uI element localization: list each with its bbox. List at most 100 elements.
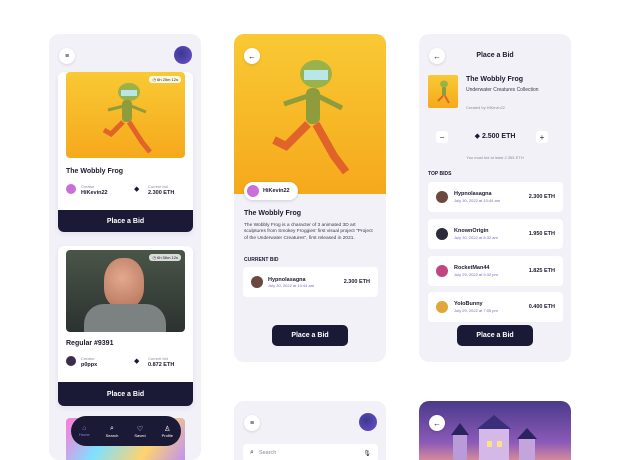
bid-amount: 1.825 ETH bbox=[528, 268, 555, 274]
bid-date: July 30, 2022 at 10:44 am bbox=[454, 198, 501, 203]
nft-thumbnail bbox=[428, 75, 458, 108]
nft-title: The Wobbly Frog bbox=[244, 210, 302, 217]
back-button[interactable]: ← bbox=[244, 48, 260, 64]
bidder-name: Hypnolasagna bbox=[454, 191, 492, 197]
current-bid-value: 2.300 ETH bbox=[148, 190, 175, 196]
nft-title: Regular #9391 bbox=[66, 340, 114, 347]
tab-saved[interactable]: ♡ Saved bbox=[134, 425, 145, 438]
place-bid-button[interactable]: Place a Bid bbox=[272, 325, 348, 346]
tab-profile[interactable]: ♙ Profile bbox=[162, 425, 173, 438]
decrease-bid-button[interactable]: − bbox=[436, 131, 448, 143]
bidder-info: KnownOrigin July 30, 2022 at 8:32 am bbox=[454, 228, 529, 240]
increase-bid-button[interactable]: + bbox=[536, 131, 548, 143]
bid-amount-input[interactable]: ◆ 2.500 ETH bbox=[459, 132, 531, 140]
current-bid-row[interactable]: Hypnolasagna July 30, 2022 at 10:44 am 2… bbox=[243, 267, 378, 297]
avatar[interactable] bbox=[359, 413, 377, 431]
eth-icon: ◆ bbox=[474, 133, 480, 140]
menu-button[interactable]: ≡ bbox=[244, 415, 260, 431]
creator-name: HiKevin22 bbox=[263, 188, 290, 194]
nft-collection: Underwater Creatures Collection bbox=[466, 87, 539, 93]
creator-label: Creator bbox=[81, 356, 95, 361]
current-bid-label: Current bid bbox=[148, 356, 168, 361]
page-title: Place a Bid bbox=[476, 52, 514, 59]
nft-creator: Created by HiKevin22 bbox=[466, 105, 505, 110]
home-screen: ≡ ◷ 6h 25m 12s The Wobbly Frog Creator H… bbox=[49, 34, 201, 460]
nft-card[interactable]: ◷ 6h 56m 12s Regular #9391 Creator p0ppx… bbox=[58, 246, 193, 406]
creator-chip[interactable]: HiKevin22 bbox=[244, 182, 298, 200]
menu-icon: ≡ bbox=[249, 419, 255, 427]
clock-icon: ◷ bbox=[152, 77, 156, 82]
bidder-avatar bbox=[436, 228, 448, 240]
castle-illustration bbox=[451, 415, 537, 460]
nft-image: ◷ 6h 25m 12s bbox=[66, 72, 185, 158]
current-bid-heading: CURRENT BID bbox=[244, 257, 279, 263]
place-bid-button[interactable]: Place a Bid bbox=[58, 382, 193, 406]
detail-screen: ← HiKevin22 The Wobbly Frog The Wobbly F… bbox=[234, 34, 386, 362]
frog-illustration bbox=[102, 83, 152, 154]
bid-row[interactable]: KnownOrigin July 30, 2022 at 8:32 am 1.9… bbox=[428, 219, 563, 249]
bidder-avatar bbox=[436, 191, 448, 203]
creator-name[interactable]: p0ppx bbox=[81, 362, 97, 368]
creator-name[interactable]: HiKevin22 bbox=[81, 190, 108, 196]
top-bids-heading: TOP BIDS bbox=[428, 171, 452, 177]
plus-icon: + bbox=[539, 132, 545, 142]
bid-date: July 30, 2022 at 10:44 am bbox=[268, 282, 315, 288]
bidder-avatar bbox=[436, 265, 448, 277]
nft-image: ◷ 6h 56m 12s bbox=[66, 250, 185, 332]
menu-button[interactable]: ≡ bbox=[59, 48, 75, 64]
avatar[interactable] bbox=[174, 46, 192, 64]
tab-home[interactable]: ⌂ Home bbox=[79, 425, 90, 437]
heart-icon: ♡ bbox=[136, 425, 144, 433]
bid-amount: 2.300 ETH bbox=[343, 279, 370, 285]
bid-date: July 30, 2022 at 8:32 am bbox=[454, 235, 498, 240]
bidder-avatar bbox=[251, 276, 263, 288]
nft-card[interactable]: ◷ 6h 25m 12s The Wobbly Frog Creator HiK… bbox=[58, 72, 193, 232]
bid-amount: 1.950 ETH bbox=[528, 231, 555, 237]
creator-label: Creator bbox=[81, 184, 95, 189]
character-body bbox=[84, 304, 166, 332]
search-icon: ⌕ bbox=[250, 449, 254, 456]
bidder-info: YoloBunny July 29, 2022 at 7:05 pm bbox=[454, 301, 529, 313]
arrow-left-icon: ← bbox=[433, 418, 441, 428]
bid-row[interactable]: RocketMan44 July 29, 2022 at 9:32 pm 1.8… bbox=[428, 256, 563, 286]
bidder-info: Hypnolasagna July 30, 2022 at 10:44 am bbox=[268, 277, 344, 288]
nft-title: The Wobbly Frog bbox=[66, 168, 124, 175]
menu-icon: ≡ bbox=[64, 52, 70, 60]
eth-icon: ◆ bbox=[134, 186, 140, 193]
microphone-icon[interactable]: 🎙 bbox=[363, 450, 371, 457]
auction-timer: ◷ 6h 25m 12s bbox=[149, 76, 181, 83]
frog-illustration bbox=[437, 80, 450, 104]
place-bid-screen: ← Place a Bid The Wobbly Frog Underwater… bbox=[419, 34, 571, 362]
bidder-avatar bbox=[436, 301, 448, 313]
current-bid-value: 0.872 ETH bbox=[148, 362, 175, 368]
search-screen: ≡ ⌕ Search 🎙 bbox=[234, 401, 386, 460]
auction-timer: ◷ 6h 56m 12s bbox=[149, 254, 181, 261]
arrow-left-icon: ← bbox=[248, 51, 256, 61]
bidder-info: RocketMan44 July 29, 2022 at 9:32 pm bbox=[454, 265, 529, 277]
clock-icon: ◷ bbox=[152, 255, 156, 260]
search-input[interactable]: Search bbox=[259, 450, 363, 456]
nft-description: The Wobbly Frog is a character of 3 anim… bbox=[244, 223, 373, 241]
user-icon: ♙ bbox=[164, 425, 171, 433]
bid-date: July 29, 2022 at 9:32 pm bbox=[454, 272, 498, 277]
bidder-name: KnownOrigin bbox=[454, 228, 489, 234]
search-bar[interactable]: ⌕ Search 🎙 bbox=[243, 444, 378, 460]
bidder-name: RocketMan44 bbox=[454, 265, 490, 271]
character-head bbox=[104, 258, 144, 308]
back-button[interactable]: ← bbox=[429, 415, 445, 431]
bid-row[interactable]: Hypnolasagna July 30, 2022 at 10:44 am 2… bbox=[428, 182, 563, 212]
place-bid-button[interactable]: Place a Bid bbox=[457, 325, 533, 346]
creator-avatar bbox=[66, 184, 76, 194]
bid-row[interactable]: YoloBunny July 29, 2022 at 7:05 pm 0.400… bbox=[428, 292, 563, 322]
tab-bar: ⌂ Home ⌕ Search ♡ Saved ♙ Profile bbox=[71, 416, 181, 446]
nft-title: The Wobbly Frog bbox=[466, 76, 524, 83]
bidder-info: Hypnolasagna July 30, 2022 at 10:44 am bbox=[454, 191, 529, 203]
bidder-name: YoloBunny bbox=[454, 301, 483, 307]
bid-amount: 2.300 ETH bbox=[528, 194, 555, 200]
collection-screen: ← bbox=[419, 401, 571, 460]
tab-search[interactable]: ⌕ Search bbox=[106, 425, 119, 438]
bid-amount: 0.400 ETH bbox=[528, 304, 555, 310]
home-icon: ⌂ bbox=[82, 425, 87, 432]
eth-icon: ◆ bbox=[134, 358, 140, 365]
place-bid-button[interactable]: Place a Bid bbox=[58, 210, 193, 232]
